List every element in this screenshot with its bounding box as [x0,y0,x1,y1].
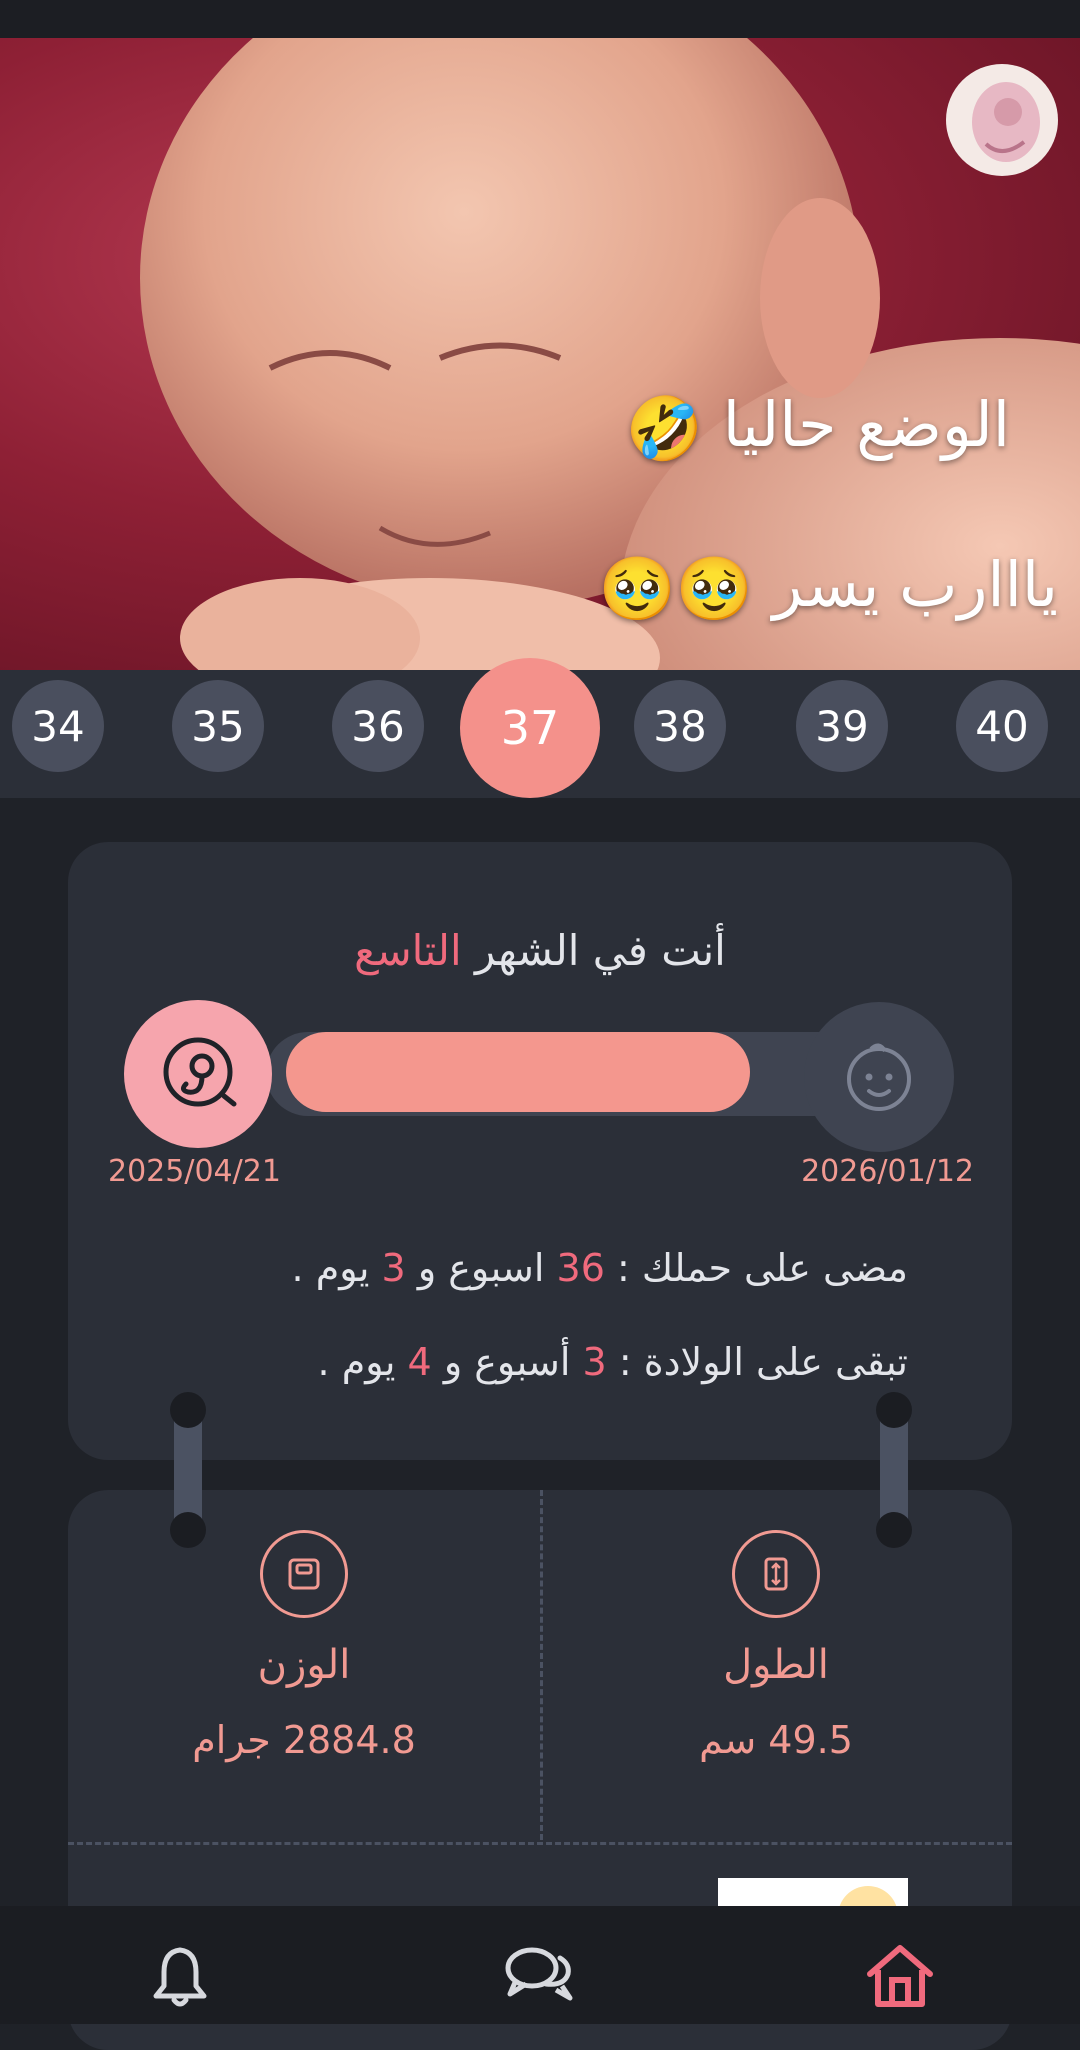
connector-dot [876,1392,912,1428]
status-bar [0,0,1080,38]
remaining-weeks: 3 [582,1340,607,1384]
hero-caption-line1: الوضع حاليا 🤣 [616,388,1010,466]
scale-icon [260,1530,348,1618]
elapsed-label: مضى على حملك : [616,1246,908,1290]
card-connector-left [170,1392,206,1548]
month-title-prefix: أنت في الشهر [474,926,726,975]
hero-image: الوضع حاليا 🤣 يااارب يسر 🥹🥹 [0,38,1080,670]
pregnancy-progress-card: أنت في الشهر التاسع 2025/04/21 2026/01/1… [68,842,1012,1460]
pleading-emoji-icon: 🥹🥹 [598,551,753,625]
remaining-days: 4 [407,1340,432,1384]
week-37-selected[interactable]: 37 [460,658,600,798]
connector-dot [170,1512,206,1548]
card-connector-right [876,1392,912,1548]
length-value: 49.5 سم [699,1718,853,1762]
remaining-days-unit: يوم . [317,1340,396,1384]
profile-thumbnail[interactable] [946,64,1058,176]
home-button[interactable] [860,1936,940,2016]
week-36[interactable]: 36 [332,680,424,772]
remaining-label: تبقى على الولادة : [618,1340,908,1384]
remaining-time: تبقى على الولادة : 3 أسبوع و 4 يوم . [318,1340,908,1384]
birth-cap [804,1002,954,1152]
weight-value: 2884.8 جرام [192,1718,416,1762]
week-35[interactable]: 35 [172,680,264,772]
fetus-diagram-icon [972,82,1040,162]
elapsed-weeks-unit: اسبوع و [417,1246,545,1290]
connector-dot [170,1392,206,1428]
week-34[interactable]: 34 [12,680,104,772]
elapsed-time: مضى على حملك : 36 اسبوع و 3 يوم . [292,1246,908,1290]
remaining-weeks-unit: أسبوع و [443,1340,571,1384]
elapsed-weeks: 36 [556,1246,605,1290]
week-38[interactable]: 38 [634,680,726,772]
weight-stat: الوزن 2884.8 جرام [68,1530,540,1762]
elapsed-days: 3 [381,1246,406,1290]
notifications-button[interactable] [140,1936,220,2016]
weight-label: الوزن [257,1642,351,1688]
bell-icon [153,1947,207,2007]
progress-fill [286,1032,750,1112]
month-name: التاسع [354,926,462,975]
hero-caption-line2: يااارب يسر 🥹🥹 [588,548,1058,626]
laughing-emoji-icon: 🤣 [625,391,704,465]
home-icon [867,1945,933,2007]
week-40[interactable]: 40 [956,680,1048,772]
due-date: 2026/01/12 [801,1154,974,1189]
stats-divider-horizontal [68,1842,1012,1845]
ruler-icon [732,1530,820,1618]
month-title: أنت في الشهر التاسع [68,926,1012,975]
hero-caption-text1: الوضع حاليا [722,388,1010,461]
start-date: 2025/04/21 [108,1154,281,1189]
length-stat: الطول 49.5 سم [540,1530,1012,1762]
hero-caption-text2: يااارب يسر [772,548,1058,621]
chat-button[interactable] [500,1936,580,2016]
bottom-navigation [0,1906,1080,2024]
baby-face-icon [847,1043,911,1111]
week-39[interactable]: 39 [796,680,888,772]
week-selector: 34 35 36 37 38 39 40 [0,658,1080,798]
embryo-icon [163,1037,237,1107]
length-label: الطول [723,1642,829,1688]
chat-icon [505,1947,573,2001]
elapsed-days-unit: يوم . [291,1246,370,1290]
conception-cap [124,1000,272,1148]
connector-dot [876,1512,912,1548]
